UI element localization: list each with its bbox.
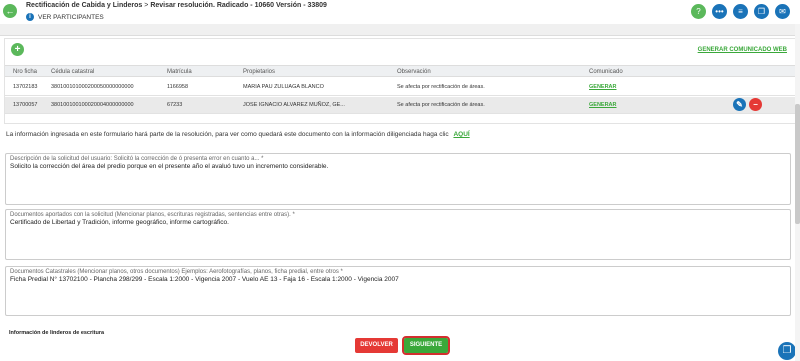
delete-icon[interactable]: −: [749, 98, 762, 111]
table-header: Nro ficha Cédula catastral Matrícula Pro…: [5, 65, 795, 77]
cell-cedula: 380100101000200050000000000: [51, 84, 134, 90]
document-icon[interactable]: ≡: [733, 4, 748, 19]
table-row[interactable]: 13700057 380100100100020004000000000 672…: [5, 97, 795, 114]
breadcrumb: Rectificación de Cabida y Linderos > Rev…: [26, 2, 327, 9]
cell-nro-ficha: 13700057: [13, 102, 38, 108]
add-participant-button[interactable]: +: [11, 43, 24, 56]
next-button[interactable]: SIGUIENTE: [402, 336, 450, 355]
col-comunicado: Comunicado: [589, 69, 623, 75]
cell-matricula: 1166958: [167, 84, 189, 90]
breadcrumb-current: Revisar resolución. Radicado - 10660 Ver…: [150, 2, 327, 9]
footer-actions: DEVOLVER SIGUIENTE: [0, 334, 800, 361]
field-value[interactable]: Solicito la corrección del área del pred…: [10, 163, 328, 170]
edit-icon[interactable]: ✎: [733, 98, 746, 111]
help-icon[interactable]: ?: [691, 4, 706, 19]
info-text-body: La información ingresada en este formula…: [6, 131, 449, 138]
chat-icon[interactable]: ✉: [775, 4, 790, 19]
field-value[interactable]: Ficha Predial N° 13702100 - Plancha 298/…: [10, 276, 399, 283]
cell-cedula: 380100100100020004000000000: [51, 102, 134, 108]
breadcrumb-separator: >: [144, 2, 149, 9]
cell-observacion: Se afecta por rectificación de áreas.: [397, 84, 485, 90]
field-label: Documentos aportados con la solicitud (M…: [10, 212, 295, 218]
provided-documents-field[interactable]: Documentos aportados con la solicitud (M…: [5, 209, 791, 260]
row-actions: ✎ −: [733, 98, 762, 111]
generate-web-communication-link[interactable]: GENERAR COMUNICADO WEB: [698, 47, 787, 53]
generate-communication-link[interactable]: GENERAR: [589, 79, 617, 96]
return-button[interactable]: DEVOLVER: [355, 338, 398, 353]
preview-document-link[interactable]: AQUÍ: [453, 131, 469, 138]
view-participants-label: VER PARTICIPANTES: [38, 13, 104, 21]
back-arrow-icon[interactable]: ←: [3, 4, 17, 18]
table-row[interactable]: 13702183 380100101000200050000000000 116…: [5, 79, 795, 96]
col-cedula: Cédula catastral: [51, 69, 95, 75]
scrollbar-thumb[interactable]: [795, 104, 800, 224]
field-label: Descripción de la solicitud del usuario:…: [10, 156, 264, 162]
col-propietarios: Propietarios: [243, 69, 276, 75]
header: ← Rectificación de Cabida y Linderos > R…: [0, 0, 800, 24]
col-observacion: Observación: [397, 69, 431, 75]
header-actions: ? ••• ≡ ❐ ✉: [691, 4, 790, 19]
generate-communication-link[interactable]: GENERAR: [589, 97, 617, 114]
col-nro-ficha: Nro ficha: [13, 69, 38, 75]
view-participants-link[interactable]: i VER PARTICIPANTES: [26, 13, 104, 21]
breadcrumb-process[interactable]: Rectificación de Cabida y Linderos: [26, 2, 142, 9]
field-value[interactable]: Certificado de Libertad y Tradición, inf…: [10, 219, 229, 226]
copy-icon[interactable]: ❐: [754, 4, 769, 19]
floating-copy-icon[interactable]: ❐: [778, 342, 796, 360]
info-icon: i: [26, 13, 34, 21]
cell-nro-ficha: 13702183: [13, 84, 38, 90]
more-icon[interactable]: •••: [712, 4, 727, 19]
request-description-field[interactable]: Descripción de la solicitud del usuario:…: [5, 153, 791, 205]
cell-propietarios: JOSE IGNACIO ALVAREZ MUÑOZ, GE...: [243, 102, 345, 108]
field-label: Documentos Catastrales (Mencionar planos…: [10, 269, 343, 275]
cadastral-documents-field[interactable]: Documentos Catastrales (Mencionar planos…: [5, 266, 791, 316]
col-matricula: Matrícula: [167, 69, 192, 75]
cell-observacion: Se afecta por rectificación de áreas.: [397, 102, 485, 108]
info-text: La información ingresada en este formula…: [6, 131, 470, 138]
participants-table: + GENERAR COMUNICADO WEB Nro ficha Cédul…: [4, 38, 796, 124]
scrollbar[interactable]: [795, 24, 800, 361]
top-panel-divider: [0, 24, 800, 36]
cell-propietarios: MARIA PAU ZULUAGA BLANCO: [243, 84, 324, 90]
cell-matricula: 67233: [167, 102, 183, 108]
